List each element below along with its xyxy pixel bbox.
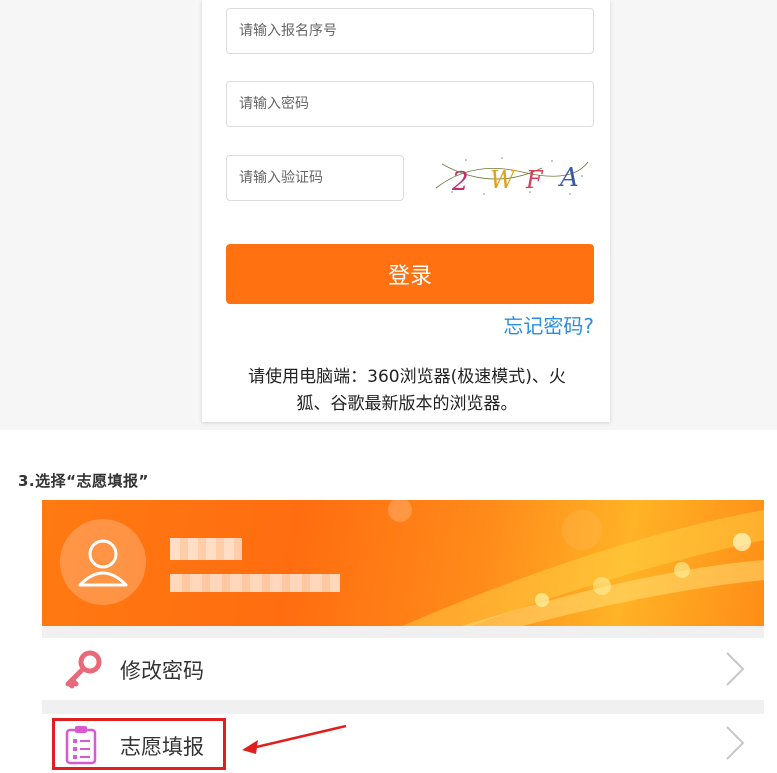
password-input[interactable] — [226, 81, 594, 127]
browser-tip-line: 狐、谷歌最新版本的浏览器。 — [296, 394, 518, 414]
avatar[interactable] — [60, 519, 146, 605]
profile-header — [42, 500, 764, 626]
annotation-arrow — [242, 724, 347, 754]
profile-bokeh-decoration — [388, 500, 764, 626]
user-id-redacted — [170, 574, 340, 592]
login-card — [202, 0, 610, 422]
user-icon — [78, 539, 128, 587]
menu-item-application-fill[interactable]: 志愿填报 — [42, 714, 764, 773]
captcha-char: W — [490, 166, 517, 194]
captcha-image[interactable]: 2 W F A — [432, 152, 592, 200]
menu-list: 修改密码 志愿填报 — [42, 626, 764, 773]
menu-item-change-password[interactable]: 修改密码 — [42, 638, 764, 700]
captcha-char: A — [558, 163, 579, 193]
step-heading: 3.选择“志愿填报” — [18, 472, 149, 490]
captcha-char: F — [525, 166, 544, 194]
menu-item-label: 志愿填报 — [120, 735, 204, 759]
chevron-right-icon — [726, 652, 745, 686]
captcha-input[interactable] — [226, 155, 404, 201]
chevron-right-icon — [726, 726, 745, 760]
browser-tip-line: 请使用电脑端：360浏览器(极速模式)、火 — [248, 367, 566, 387]
clipboard-icon — [65, 726, 97, 765]
key-icon — [65, 650, 102, 689]
menu-item-label: 修改密码 — [120, 659, 204, 683]
registration-number-input[interactable] — [226, 8, 594, 54]
forgot-password-link[interactable]: 忘记密码? — [503, 310, 594, 339]
user-name-redacted — [170, 538, 242, 560]
login-button[interactable]: 登录 — [226, 244, 594, 304]
browser-tip: 请使用电脑端：360浏览器(极速模式)、火 狐、谷歌最新版本的浏览器。 — [222, 364, 592, 418]
captcha-char: 2 — [451, 167, 469, 197]
